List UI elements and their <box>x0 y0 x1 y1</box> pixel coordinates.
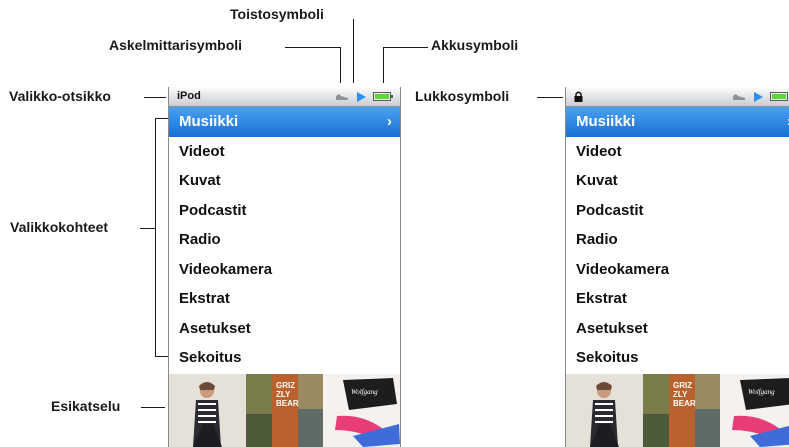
svg-text:GRIZ: GRIZ <box>673 381 692 390</box>
leader-line-askelmittarisymboli <box>285 47 341 48</box>
svg-text:ZLY: ZLY <box>276 390 291 399</box>
menu-item-musiikki[interactable]: Musiikki› <box>566 107 789 137</box>
album-art-1 <box>169 374 246 447</box>
menu-item-radio[interactable]: Radio <box>566 225 789 255</box>
album-art-3: Wolfgang <box>323 374 400 447</box>
svg-text:Wolfgang: Wolfgang <box>748 388 775 396</box>
svg-text:Wolfgang: Wolfgang <box>351 388 378 396</box>
leader-line-askelmittarisymboli-drop <box>340 47 341 83</box>
menu-item-videot[interactable]: Videot <box>566 137 789 167</box>
callout-lukkosymboli: Lukkosymboli <box>415 88 510 104</box>
preview-strip: GRIZ ZLY BEAR Wolfgang <box>566 374 789 447</box>
menu-item-sekoitus[interactable]: Sekoitus <box>566 343 789 373</box>
svg-text:BEAR: BEAR <box>673 399 696 408</box>
menu-item-radio[interactable]: Radio <box>169 225 400 255</box>
svg-text:BEAR: BEAR <box>276 399 299 408</box>
callout-esikatselu: Esikatselu <box>51 398 121 414</box>
menu-item-kuvat[interactable]: Kuvat <box>566 166 789 196</box>
album-art-2: GRIZ ZLY BEAR <box>246 374 323 447</box>
callout-valikko-otsikko: Valikko-otsikko <box>9 88 111 104</box>
leader-line-akkusymboli-drop <box>383 47 384 83</box>
menu-item-sekoitus[interactable]: Sekoitus <box>169 343 400 373</box>
leader-line-valikko-otsikko <box>144 97 166 98</box>
svg-text:ZLY: ZLY <box>673 390 688 399</box>
leader-line-valikkokohteet <box>140 228 155 229</box>
shoe-icon <box>336 94 348 100</box>
menu-item-podcastit[interactable]: Podcastit <box>566 196 789 226</box>
status-bar-locked <box>566 87 789 107</box>
menu-item-podcastit[interactable]: Podcastit <box>169 196 400 226</box>
chevron-right-icon: › <box>387 113 392 130</box>
leader-line-esikatselu <box>141 407 165 408</box>
lock-icon <box>574 91 583 102</box>
preview-strip: GRIZ ZLY BEAR Wolfgang <box>169 374 400 447</box>
menu-item-videokamera[interactable]: Videokamera <box>566 255 789 285</box>
callout-valikkokohteet: Valikkokohteet <box>10 219 109 235</box>
play-icon <box>357 92 366 102</box>
shoe-icon <box>733 94 745 100</box>
battery-icon <box>373 92 393 101</box>
menu-item-videokamera[interactable]: Videokamera <box>169 255 400 285</box>
album-art-2: GRIZ ZLY BEAR <box>643 374 720 447</box>
menu-item-asetukset[interactable]: Asetukset <box>169 314 400 344</box>
leader-bracket-vertical <box>155 118 156 356</box>
status-bar: iPod <box>169 87 400 107</box>
menu-item-videot[interactable]: Videot <box>169 137 400 167</box>
album-art-1 <box>566 374 643 447</box>
menu-item-ekstrat[interactable]: Ekstrat <box>169 284 400 314</box>
menu-item-kuvat[interactable]: Kuvat <box>169 166 400 196</box>
ipod-screen-right: Musiikki› Videot Kuvat Podcastit Radio V… <box>565 87 789 447</box>
menu-list: Musiikki› Videot Kuvat Podcastit Radio V… <box>566 107 789 373</box>
leader-line-akkusymboli <box>383 47 428 48</box>
play-icon <box>754 92 763 102</box>
callout-akkusymboli: Akkusymboli <box>431 37 519 53</box>
menu-title: iPod <box>177 90 201 102</box>
menu-list: Musiikki› Videot Kuvat Podcastit Radio V… <box>169 107 400 373</box>
album-art-3: Wolfgang <box>720 374 789 447</box>
svg-text:GRIZ: GRIZ <box>276 381 295 390</box>
menu-item-ekstrat[interactable]: Ekstrat <box>566 284 789 314</box>
menu-item-musiikki[interactable]: Musiikki› <box>169 107 400 137</box>
ipod-screen-left: iPod Musiikki › Videot Kuvat Podcastit Ra… <box>168 87 401 447</box>
menu-item-asetukset[interactable]: Asetukset <box>566 314 789 344</box>
leader-line-lukkosymboli <box>537 97 563 98</box>
battery-icon <box>770 92 788 101</box>
callout-askelmittarisymboli: Askelmittarisymboli <box>109 37 243 53</box>
callout-toistosymboli: Toistosymboli <box>230 6 324 22</box>
leader-line-toistosymboli <box>353 19 354 83</box>
